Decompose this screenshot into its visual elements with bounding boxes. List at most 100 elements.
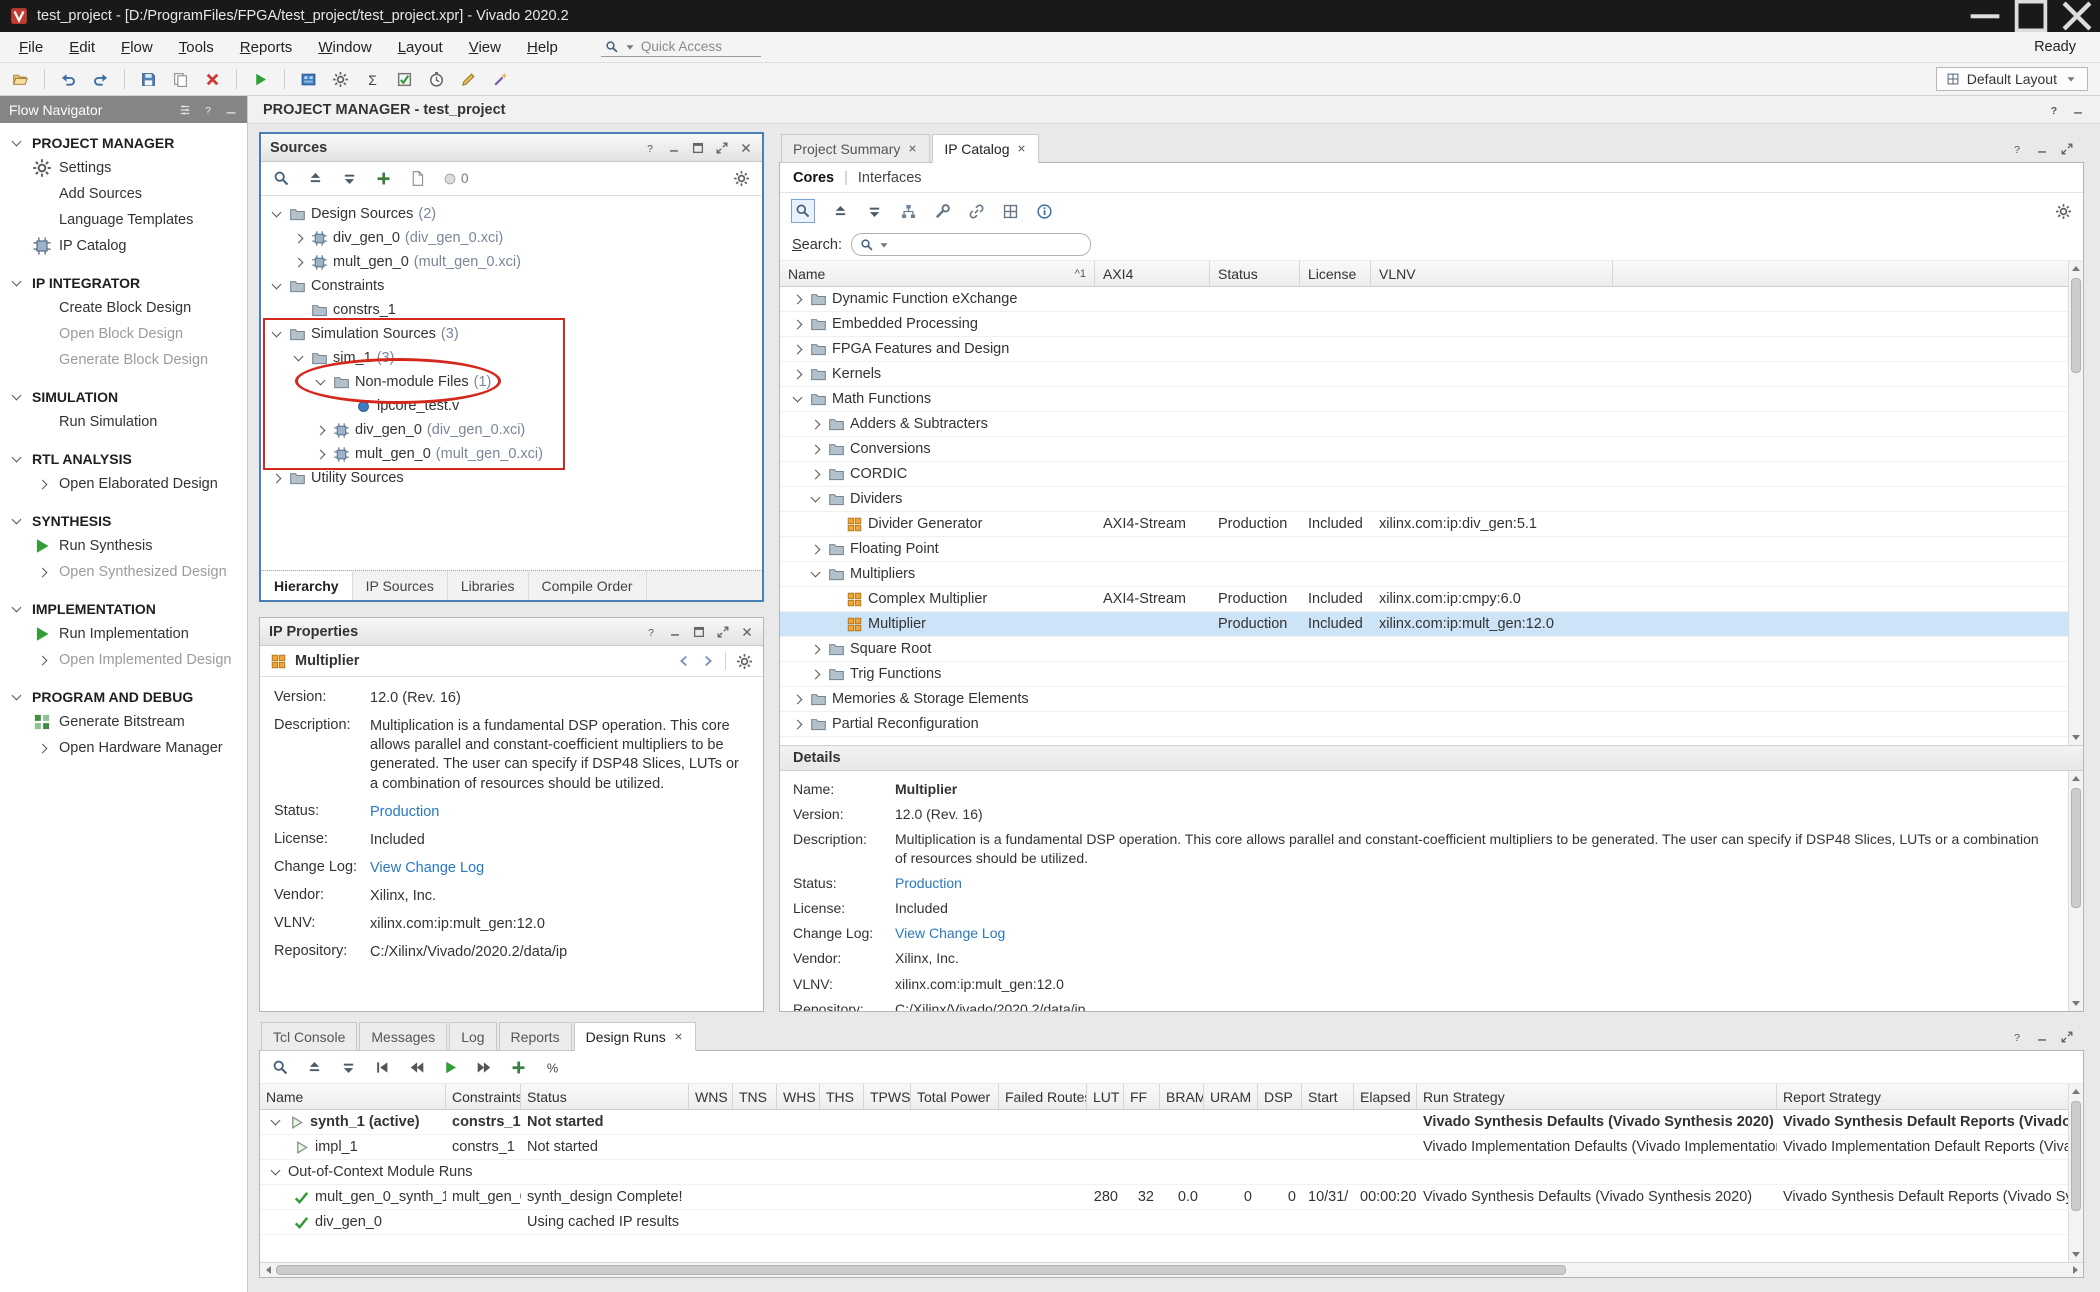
timer-icon[interactable] [428,71,445,88]
close-button[interactable] [2054,0,2100,32]
minimize-button[interactable] [1962,0,2008,32]
maximize-icon[interactable] [715,141,729,155]
help-icon[interactable]: ? [2010,1030,2024,1044]
expand-all-icon[interactable] [866,203,883,220]
chevron-down-icon[interactable] [269,284,284,288]
copy-icon[interactable] [172,71,189,88]
source-tree-item[interactable]: mult_gen_0 (mult_gen_0.xci) [261,250,762,274]
fn-item-create-block-design[interactable]: Create Block Design [0,295,247,321]
source-tree-item[interactable]: Design Sources (2) [261,202,762,226]
column-header-constraints[interactable]: Constraints [446,1084,521,1109]
column-header-bram[interactable]: BRAM [1160,1084,1204,1109]
scroll-right-button[interactable] [2067,1263,2083,1277]
column-header-failed-routes[interactable]: Failed Routes [999,1084,1087,1109]
edit-icon[interactable] [460,71,477,88]
column-header-run-strategy[interactable]: Run Strategy [1417,1084,1777,1109]
column-header-status[interactable]: Status [1210,261,1300,286]
chevron-right-icon[interactable] [808,446,823,453]
section-chevron-icon[interactable] [9,395,24,399]
layout-selector[interactable]: Default Layout [1936,67,2088,91]
menu-help[interactable]: Help [514,35,571,60]
runs-row[interactable]: synth_1 (active)constrs_1Not startedViva… [260,1110,2083,1135]
run-icon[interactable] [442,1059,459,1076]
catalog-row[interactable]: Trig Functions [780,662,2083,687]
column-header-axi4[interactable]: AXI4 [1095,261,1210,286]
collapse-all-icon[interactable] [307,170,324,187]
tab-messages[interactable]: Messages [359,1022,447,1051]
menu-window[interactable]: Window [305,35,384,60]
menu-tools[interactable]: Tools [166,35,227,60]
fn-section-program-and-debug[interactable]: PROGRAM AND DEBUG [0,685,247,709]
source-tree-item[interactable]: div_gen_0 (div_gen_0.xci) [261,226,762,250]
column-header-tpws[interactable]: TPWS [864,1084,911,1109]
chevron-right-icon[interactable] [808,471,823,478]
catalog-row[interactable]: FPGA Features and Design [780,337,2083,362]
column-header-name[interactable]: Name [260,1084,446,1109]
catalog-row[interactable]: Kernels [780,362,2083,387]
fn-item-generate-bitstream[interactable]: Generate Bitstream [0,709,247,735]
chevron-right-icon[interactable] [790,321,805,328]
column-header-report-strategy[interactable]: Report Strategy [1777,1084,2083,1109]
details-value[interactable]: View Change Log [895,924,2063,942]
doc-icon[interactable] [409,170,426,187]
add-icon[interactable] [510,1059,527,1076]
tab-design-runs[interactable]: Design Runs [574,1022,696,1051]
open-folder-icon[interactable] [12,71,29,88]
settings-slider-icon[interactable] [178,103,192,117]
close-icon[interactable] [739,141,753,155]
section-chevron-icon[interactable] [9,519,24,523]
scroll-up-button[interactable] [2069,1084,2083,1099]
column-header-status[interactable]: Status [521,1084,689,1109]
subtab-interfaces[interactable]: Interfaces [858,170,922,186]
fn-item-ip-catalog[interactable]: IP Catalog [0,233,247,259]
chevron-down-icon[interactable] [808,497,823,501]
settings-icon[interactable] [736,653,753,670]
minimize-icon[interactable] [668,625,682,639]
search-icon[interactable] [273,170,290,187]
source-tree-item[interactable]: constrs_1 [261,298,762,322]
collapse-all-icon[interactable] [832,203,849,220]
sources-tab-ip-sources[interactable]: IP Sources [353,571,448,600]
column-header-license[interactable]: License [1300,261,1371,286]
fn-section-ip-integrator[interactable]: IP INTEGRATOR [0,271,247,295]
sources-tab-hierarchy[interactable]: Hierarchy [261,571,353,600]
sources-tab-compile-order[interactable]: Compile Order [529,571,647,600]
source-tree-item[interactable]: Utility Sources [261,466,762,490]
chevron-right-icon[interactable] [790,721,805,728]
section-chevron-icon[interactable] [9,695,24,699]
source-tree-item[interactable]: div_gen_0 (div_gen_0.xci) [261,418,762,442]
source-tree-item[interactable]: Simulation Sources (3) [261,322,762,346]
catalog-row[interactable]: Partial Reconfiguration [780,712,2083,737]
scroll-track[interactable] [276,1263,2067,1277]
fn-item-run-synthesis[interactable]: Run Synthesis [0,533,247,559]
catalog-row[interactable]: Complex MultiplierAXI4-StreamProductionI… [780,587,2083,612]
catalog-row[interactable]: MultiplierProductionIncludedxilinx.com:i… [780,612,2083,637]
menu-reports[interactable]: Reports [227,35,306,60]
help-icon[interactable]: ? [2047,103,2061,117]
source-tree-item[interactable]: Constraints [261,274,762,298]
scroll-down-button[interactable] [2069,996,2083,1011]
chevron-right-icon[interactable] [313,427,328,434]
search-icon[interactable] [272,1059,289,1076]
tab-reports[interactable]: Reports [499,1022,572,1051]
column-header-tns[interactable]: TNS [733,1084,777,1109]
source-tree-item[interactable]: sim_1 (3) [261,346,762,370]
help-icon[interactable]: ? [644,625,658,639]
chevron-down-icon[interactable] [291,356,306,360]
chevron-right-icon[interactable] [291,235,306,242]
info-icon[interactable] [1036,203,1053,220]
chevron-right-icon[interactable] [269,475,284,482]
fn-item-run-implementation[interactable]: Run Implementation [0,621,247,647]
section-chevron-icon[interactable] [9,141,24,145]
save-icon[interactable] [140,71,157,88]
add-icon[interactable] [375,170,392,187]
forward-icon[interactable] [701,654,715,668]
close-tab-icon[interactable] [907,143,918,154]
fn-item-open-hardware-manager[interactable]: Open Hardware Manager [0,735,247,761]
section-chevron-icon[interactable] [9,607,24,611]
column-header-wns[interactable]: WNS [689,1084,733,1109]
redo-icon[interactable] [92,71,109,88]
chevron-down-icon[interactable] [269,212,284,216]
settings-icon[interactable] [332,71,349,88]
tab-ip-catalog[interactable]: IP Catalog [932,134,1039,163]
